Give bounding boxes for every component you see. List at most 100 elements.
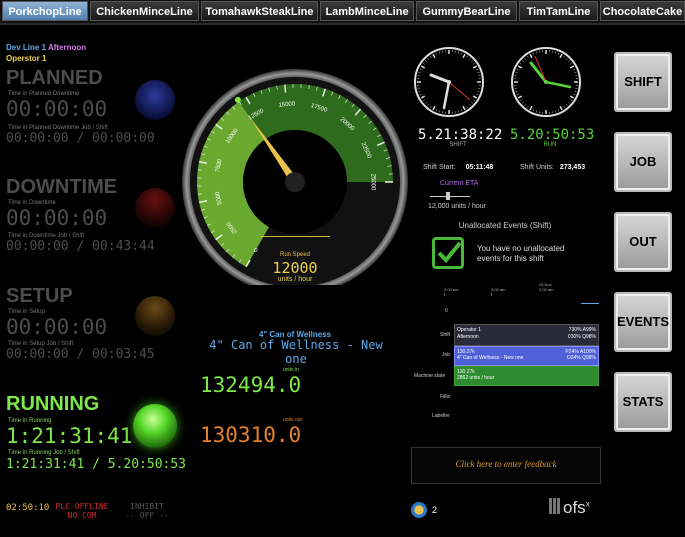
- plc-status: PLC-OFFLINE NO COM: [51, 502, 113, 520]
- timeline-row-machine-state: Machine state: [414, 373, 446, 379]
- shift-start-value: 05:11:48: [465, 164, 494, 171]
- gauge-hub: [285, 172, 305, 192]
- checkmark-icon: [432, 237, 464, 269]
- setup-indicator-light: [135, 296, 175, 336]
- run-speed-units: units / hour: [277, 276, 313, 283]
- setup-time: 00:00:00: [6, 315, 108, 339]
- planned-title: PLANNED: [6, 67, 103, 89]
- units-out-value: 130310.0: [200, 423, 302, 447]
- tab-chickenminceline[interactable]: ChickenMinceLine: [90, 1, 199, 21]
- running-job-label: Time in Running Job / Shift: [8, 450, 80, 456]
- alert-icon[interactable]: [411, 502, 427, 518]
- eta-label: Current ETA: [440, 180, 479, 187]
- tab-separator: [0, 23, 685, 25]
- tab-gummybearline[interactable]: GummyBearLine: [416, 1, 517, 21]
- tab-timtamline[interactable]: TimTamLine: [519, 1, 598, 21]
- setup-job-time: 00:00:00 / 00:03:45: [6, 347, 155, 362]
- job-button[interactable]: JOB: [614, 132, 672, 192]
- operator-name: Operstor 1: [6, 54, 47, 63]
- downtime-title: DOWNTIME: [6, 176, 118, 198]
- run-speed-underline: [260, 236, 330, 237]
- shift-clock: [414, 47, 484, 117]
- out-button[interactable]: OUT: [614, 212, 672, 272]
- run-clock: [511, 47, 581, 117]
- brand-name: ofs: [563, 498, 586, 517]
- planned-job-time: 00:00:00 / 00:00:00: [6, 131, 155, 146]
- running-job-time: 1:21:31:41 / 5.20:50:53: [6, 457, 187, 472]
- events-button[interactable]: EVENTS: [614, 292, 672, 352]
- timeline-time-1: 3:00 am: [491, 287, 506, 292]
- unallocated-title: Unallocated Events (Shift): [458, 221, 552, 230]
- shift-button[interactable]: SHIFT: [614, 52, 672, 112]
- running-time: 1:21:31:41: [6, 424, 133, 448]
- timeline-time-2: 25 Nov 2:00 am: [539, 282, 554, 292]
- eta-slider-icon: [430, 192, 470, 200]
- gauge-target-marker: [234, 96, 241, 103]
- run-clock-time: 5.20:50:53: [510, 127, 595, 143]
- timeline-row-0: 0: [445, 308, 448, 314]
- brand-logo: ofsx: [563, 498, 590, 517]
- gauge-tick: [197, 169, 202, 171]
- line-info: Dev Line 1 Afternoon: [6, 43, 86, 52]
- inhibit-label: INHIBIT: [130, 502, 164, 511]
- downtime-time: 00:00:00: [6, 206, 108, 230]
- line-tab-bar: PorkchopLine ChickenMinceLine TomahawkSt…: [0, 0, 685, 23]
- run-speed-label: Run Speed: [279, 252, 311, 258]
- stats-button[interactable]: STATS: [614, 372, 672, 432]
- planned-indicator-light: [135, 80, 175, 120]
- machine-block-rate: 2862 units / hour: [457, 375, 495, 381]
- timeline-machine-block[interactable]: 130.27k 2862 units / hour: [454, 366, 599, 386]
- planned-time: 00:00:00: [6, 97, 108, 121]
- line-name: Dev Line 1: [6, 43, 47, 52]
- timeline-time-0: 2:00 am: [444, 287, 459, 292]
- product-subtitle: 4" Can of Wellness - New one: [209, 338, 383, 366]
- units-in-value: 132494.0: [200, 373, 302, 397]
- shift-block-operator: Operator 1: [457, 327, 481, 333]
- unallocated-message-line2: events for this shift: [477, 254, 544, 263]
- running-title: RUNNING: [6, 393, 100, 415]
- timeline-row-job: Job: [442, 352, 451, 358]
- timeline-shift-block[interactable]: Operator 1 Afternoon 730% A99% 030% Q98%: [454, 324, 599, 346]
- run-speed-gauge: 0250050007500100001250015000 175002000022…: [182, 69, 408, 285]
- shift-start: Shift Start: 05:11:48: [423, 164, 493, 171]
- eta-rate: 12,000 units / hour: [428, 203, 486, 210]
- shift-units: Shift Units: 273,453: [520, 164, 585, 171]
- shift-clock-label: SHIFT: [449, 142, 467, 148]
- timeline-row-shift: Shift: [440, 332, 451, 338]
- run-speed-value: 12000: [272, 259, 318, 277]
- downtime-indicator-light: [135, 188, 175, 228]
- tab-lambminceline[interactable]: LambMinceLine: [320, 1, 414, 21]
- job-block-product: 4" Can of Wellness - New one: [457, 355, 524, 361]
- tab-chocolatecake[interactable]: ChocolateCake: [600, 1, 685, 21]
- shift-units-value: 273,453: [559, 164, 586, 171]
- shift-block-stat2: 030% Q98%: [567, 334, 596, 340]
- plc-status-text: PLC-OFFLINE: [55, 502, 109, 511]
- unallocated-message: You have no unallocated events for this …: [477, 244, 564, 264]
- run-clock-label: RUN: [543, 142, 557, 148]
- unallocated-message-line1: You have no unallocated: [477, 244, 565, 253]
- timeline-job-block[interactable]: 130.27k 4" Can of Wellness - New one P24…: [454, 346, 599, 366]
- gauge-tick: [197, 193, 202, 195]
- running-indicator-light: [133, 404, 177, 448]
- setup-title: SETUP: [6, 285, 73, 307]
- shift-block-stat1: 730% A99%: [568, 327, 596, 333]
- ofs-logo-icon: [549, 498, 561, 514]
- shift-start-label: Shift Start:: [423, 164, 456, 171]
- timeline-chart: 2:00 am 3:00 am 25 Nov 2:00 am 0 Shift J…: [411, 282, 599, 424]
- shift-clock-time: 5.21:38:22: [418, 127, 503, 143]
- job-block-stat2: O24% Q98%: [566, 355, 596, 361]
- gauge-tick: [284, 84, 287, 93]
- downtime-job-time: 00:00:00 / 00:43:44: [6, 239, 155, 254]
- shift-block-shift: Afternoon: [457, 334, 479, 340]
- shift-name: Afternoon: [47, 43, 87, 52]
- inhibit-status: INHIBIT -- OFF --: [122, 502, 172, 520]
- shift-units-label: Shift Units:: [520, 164, 554, 171]
- feedback-input[interactable]: Click here to enter feedback: [411, 447, 601, 484]
- inhibit-state: -- OFF --: [125, 511, 169, 520]
- timeline-row-labeller: Labeller: [432, 413, 450, 419]
- gauge-tick-label: 25000: [369, 174, 375, 191]
- timeline-marker: [581, 303, 599, 304]
- tab-tomahawksteakline[interactable]: TomahawkSteakLine: [201, 1, 318, 21]
- current-time: 02:50:10: [6, 503, 50, 513]
- tab-porkchopline[interactable]: PorkchopLine: [2, 1, 88, 21]
